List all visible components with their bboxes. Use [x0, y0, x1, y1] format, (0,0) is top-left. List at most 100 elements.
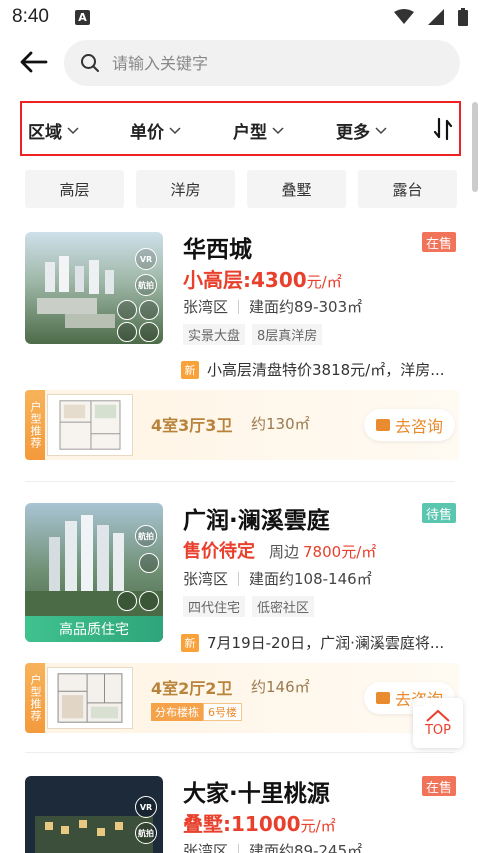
camera-icon[interactable] — [117, 322, 137, 342]
target-icon[interactable] — [139, 553, 159, 573]
listing-thumbnail[interactable]: 航拍 高品质住宅 — [25, 503, 163, 642]
status-badge: 在售 — [421, 776, 456, 796]
price-line: 小高层: 4300 元/㎡ — [183, 264, 342, 293]
floorplan-image — [47, 394, 133, 456]
quality-banner: 高品质住宅 — [25, 616, 163, 642]
quick-tag-row: 高层 洋房 叠墅 露台 — [25, 170, 457, 208]
price-prefix: 售价待定 — [183, 541, 255, 562]
filter-more[interactable]: 更多 — [336, 118, 387, 143]
district: 张湾区 — [183, 842, 229, 853]
layout-rec-label: 户型推荐 — [25, 390, 45, 460]
audio-icon[interactable] — [139, 300, 159, 320]
listing-meta: 张湾区 建面约108-146㎡ — [183, 568, 372, 589]
feature-tag: 低密社区 — [252, 596, 315, 617]
news-line[interactable]: 新 小高层清盘特价3818元/㎡，洋房... — [181, 359, 456, 380]
price-unit: 元/㎡ — [300, 817, 336, 835]
feature-tags: 四代住宅 低密社区 — [183, 596, 315, 617]
divider — [25, 752, 455, 753]
filter-unit-price-label: 单价 — [130, 123, 164, 143]
building-tag: 分布楼栋 6号楼 — [151, 703, 242, 721]
search-input[interactable] — [112, 53, 432, 73]
news-text: 小高层清盘特价3818元/㎡，洋房... — [207, 361, 445, 379]
search-icon — [81, 54, 99, 72]
district: 张湾区 — [183, 570, 229, 588]
chevron-down-icon — [67, 126, 79, 134]
layout-rec-label: 户型推荐 — [25, 663, 45, 733]
news-text: 7月19日-20日，广润·澜溪雲庭将... — [207, 634, 445, 652]
layout-area: 约130㎡ — [251, 415, 310, 433]
filter-layout[interactable]: 户型 — [233, 118, 284, 143]
listing-thumbnail[interactable]: VR 航拍 — [25, 776, 163, 853]
filter-more-label: 更多 — [336, 123, 370, 143]
price-prefix: 小高层: — [183, 268, 251, 292]
sort-icon[interactable] — [433, 117, 453, 141]
build-area: 建面约89-303㎡ — [249, 298, 363, 316]
status-badge: 待售 — [421, 503, 456, 523]
listing-title[interactable]: 大家·十里桃源 — [183, 774, 330, 808]
price-unit: 元/㎡ — [306, 273, 342, 291]
build-area: 建面约108-146㎡ — [249, 570, 372, 588]
search-box[interactable] — [64, 40, 460, 86]
news-line[interactable]: 新 7月19日-20日，广润·澜溪雲庭将... — [181, 632, 456, 653]
filter-layout-label: 户型 — [233, 123, 267, 143]
aerial-icon[interactable]: 航拍 — [135, 822, 157, 844]
consult-button[interactable]: 去咨询 — [363, 409, 455, 441]
divider — [238, 571, 240, 586]
layout-rooms: 4室3厅3卫 — [151, 416, 233, 435]
back-to-top-label: TOP — [424, 722, 451, 738]
status-time: 8:40 — [12, 6, 49, 27]
consult-label: 去咨询 — [394, 417, 443, 436]
divider — [238, 299, 240, 314]
building-key: 分布楼栋 — [151, 703, 203, 721]
quick-tag[interactable]: 露台 — [358, 170, 457, 208]
layout-recommendation[interactable]: 户型推荐 4室2厅2卫 约146㎡ 分布楼栋 6号楼 去咨询 — [25, 663, 459, 733]
floorplan-icon[interactable] — [139, 322, 159, 342]
price-line: 叠墅: 11000 元/㎡ — [183, 808, 336, 837]
arrow-left-icon — [20, 51, 48, 73]
wifi-icon — [394, 9, 414, 24]
status-bar: 8:40 A — [0, 0, 480, 34]
layout-rooms: 4室2厅2卫 — [151, 679, 233, 698]
scrollbar[interactable] — [472, 102, 478, 192]
search-row — [0, 38, 480, 86]
feature-tag: 实景大盘 — [183, 324, 246, 345]
quick-tag[interactable]: 叠墅 — [247, 170, 346, 208]
listing-title[interactable]: 华西城 — [183, 230, 252, 264]
nearby-label: 周边 — [269, 543, 300, 561]
new-icon: 新 — [181, 360, 199, 379]
filter-unit-price[interactable]: 单价 — [130, 118, 181, 143]
aerial-icon[interactable]: 航拍 — [135, 274, 157, 296]
chat-icon — [375, 692, 390, 704]
app-notification-icon: A — [74, 9, 90, 25]
filter-area[interactable]: 区域 — [28, 118, 79, 143]
nearby-price: 7800元/㎡ — [303, 543, 377, 561]
building-value: 6号楼 — [203, 703, 242, 721]
back-to-top-button[interactable]: TOP — [413, 698, 463, 748]
chat-icon — [375, 419, 390, 431]
feature-tag: 8层真洋房 — [252, 324, 323, 345]
price-line: 售价待定 周边 7800元/㎡ — [183, 537, 376, 563]
vr-icon[interactable]: VR — [135, 796, 157, 818]
price-value: 11000 — [231, 812, 301, 836]
feature-tag: 四代住宅 — [183, 596, 246, 617]
listing-meta: 张湾区 建面约89-245㎡ — [183, 840, 362, 853]
listing-title[interactable]: 广润·澜溪雲庭 — [183, 501, 330, 535]
quick-tag[interactable]: 高层 — [25, 170, 124, 208]
back-button[interactable] — [18, 48, 50, 76]
signal-icon — [428, 9, 444, 25]
chevron-up-icon — [426, 709, 450, 722]
quick-tag[interactable]: 洋房 — [136, 170, 235, 208]
floorplan-icon[interactable] — [139, 591, 159, 611]
divider — [238, 843, 240, 853]
battery-icon — [458, 8, 468, 26]
target-icon[interactable] — [117, 300, 137, 320]
aerial-icon[interactable]: 航拍 — [135, 525, 157, 547]
listing-meta: 张湾区 建面约89-303㎡ — [183, 296, 362, 317]
price-prefix: 叠墅: — [183, 812, 231, 836]
listing-thumbnail[interactable]: VR 航拍 — [25, 232, 163, 344]
filter-area-label: 区域 — [28, 123, 62, 143]
camera-icon[interactable] — [117, 591, 137, 611]
layout-recommendation[interactable]: 户型推荐 4室3厅3卫 约130㎡ 去咨询 — [25, 390, 459, 460]
feature-tags: 实景大盘 8层真洋房 — [183, 324, 323, 345]
vr-icon[interactable]: VR — [135, 248, 157, 270]
